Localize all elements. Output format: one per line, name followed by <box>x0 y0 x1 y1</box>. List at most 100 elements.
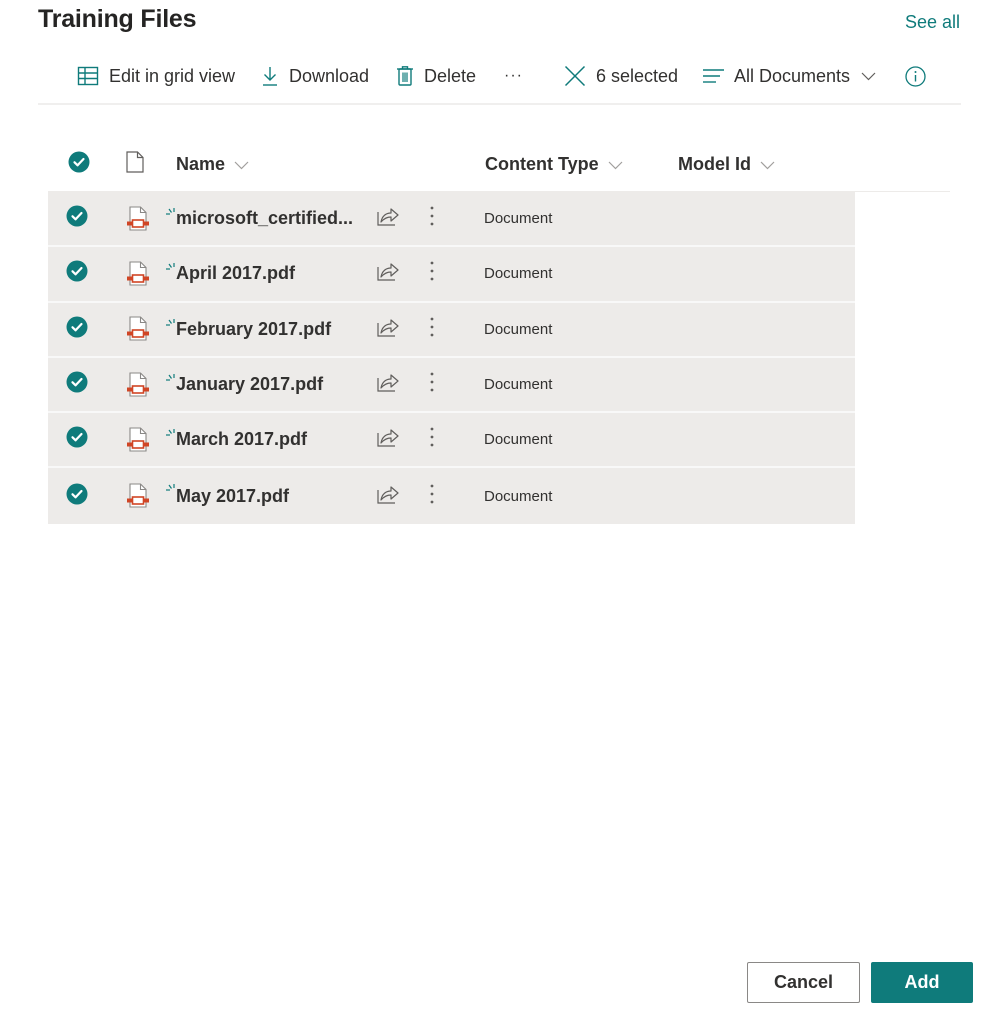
pdf-file-icon <box>126 303 150 356</box>
add-button[interactable]: Add <box>871 962 973 1003</box>
file-row[interactable]: April 2017.pdf Document <box>48 247 855 303</box>
share-button[interactable] <box>377 468 399 523</box>
content-type-cell: Document <box>484 376 553 394</box>
pdf-file-icon <box>126 192 150 245</box>
selected-count: 6 selected <box>596 65 679 86</box>
command-bar: Edit in grid view Download Delete ··· 6 … <box>38 54 961 105</box>
file-name-link[interactable]: microsoft_certified... <box>166 192 353 245</box>
file-name: March 2017.pdf <box>176 429 308 450</box>
info-button[interactable] <box>905 54 926 98</box>
file-row[interactable]: February 2017.pdf Document <box>48 302 855 358</box>
share-button[interactable] <box>377 358 399 411</box>
check-circle-icon <box>66 371 88 398</box>
file-row[interactable]: March 2017.pdf Document <box>48 413 855 469</box>
download-button[interactable]: Download <box>261 54 369 98</box>
share-button[interactable] <box>377 413 399 466</box>
share-icon <box>377 206 399 231</box>
name-column-label: Name <box>176 153 226 174</box>
more-commands-button[interactable]: ··· <box>504 54 523 98</box>
new-item-sparkle-icon <box>166 313 176 334</box>
file-row[interactable]: May 2017.pdf Document <box>48 468 855 524</box>
more-actions-button[interactable] <box>429 413 435 466</box>
new-item-sparkle-icon <box>166 478 176 499</box>
share-icon <box>377 372 399 397</box>
share-icon <box>377 261 399 286</box>
share-button[interactable] <box>377 247 399 300</box>
info-icon <box>905 65 926 87</box>
name-column-header[interactable]: Name <box>176 140 249 188</box>
file-name: April 2017.pdf <box>176 263 296 284</box>
more-actions-button[interactable] <box>429 192 435 245</box>
check-circle-icon <box>66 483 88 510</box>
download-icon <box>261 65 279 87</box>
share-icon <box>377 427 399 452</box>
row-checkbox[interactable] <box>66 303 88 356</box>
file-name-link[interactable]: March 2017.pdf <box>166 413 307 466</box>
share-button[interactable] <box>377 303 399 356</box>
see-all-link[interactable]: See all <box>905 12 960 33</box>
check-circle-icon <box>66 205 88 232</box>
share-icon <box>377 484 399 509</box>
new-item-sparkle-icon <box>166 257 176 278</box>
file-name-link[interactable]: February 2017.pdf <box>166 303 331 356</box>
new-item-sparkle-icon <box>166 202 176 223</box>
row-checkbox[interactable] <box>66 247 88 300</box>
more-vertical-icon <box>429 484 435 509</box>
more-actions-button[interactable] <box>429 303 435 356</box>
new-item-sparkle-icon <box>166 368 176 389</box>
file-name: February 2017.pdf <box>176 318 332 339</box>
column-header-row: Name Content Type Model Id <box>48 140 950 192</box>
row-checkbox[interactable] <box>66 192 88 245</box>
content-type-cell: Document <box>484 210 553 228</box>
download-label: Download <box>289 65 370 86</box>
cancel-button[interactable]: Cancel <box>747 962 860 1003</box>
more-vertical-icon <box>429 317 435 342</box>
more-vertical-icon <box>429 206 435 231</box>
share-button[interactable] <box>377 192 399 245</box>
document-icon <box>126 150 144 178</box>
row-checkbox[interactable] <box>66 358 88 411</box>
edit-in-grid-view-button[interactable]: Edit in grid view <box>77 54 235 98</box>
file-type-column-header[interactable] <box>126 140 144 188</box>
model-id-column-header[interactable]: Model Id <box>678 140 775 188</box>
file-row[interactable]: microsoft_certified... Document <box>48 192 855 248</box>
close-icon <box>564 65 586 87</box>
file-name-link[interactable]: May 2017.pdf <box>166 468 289 523</box>
chevron-down-icon <box>234 154 249 175</box>
file-name-link[interactable]: April 2017.pdf <box>166 247 295 300</box>
clear-selection-button[interactable]: 6 selected <box>564 54 678 98</box>
row-checkbox[interactable] <box>66 413 88 466</box>
file-name: May 2017.pdf <box>176 485 290 506</box>
select-all-checkbox[interactable] <box>68 140 90 188</box>
chevron-down-icon <box>760 154 775 175</box>
delete-button[interactable]: Delete <box>396 54 476 98</box>
check-circle-icon <box>66 316 88 343</box>
grid-icon <box>77 65 99 87</box>
content-type-column-header[interactable]: Content Type <box>485 140 623 188</box>
chevron-down-icon <box>608 154 623 175</box>
page-title: Training Files <box>38 5 197 33</box>
trash-icon <box>396 65 414 87</box>
check-circle-icon <box>66 426 88 453</box>
delete-label: Delete <box>424 65 477 86</box>
view-list-icon <box>703 68 724 84</box>
file-name-link[interactable]: January 2017.pdf <box>166 358 323 411</box>
file-row[interactable]: January 2017.pdf Document <box>48 357 855 414</box>
file-name: microsoft_certified... <box>176 208 354 229</box>
file-name: January 2017.pdf <box>176 374 324 395</box>
more-vertical-icon <box>429 372 435 397</box>
check-circle-icon <box>66 260 88 287</box>
chevron-down-icon <box>861 72 876 81</box>
file-list: microsoft_certified... Document April 20… <box>48 192 855 524</box>
content-type-column-label: Content Type <box>485 153 599 174</box>
more-horizontal-icon: ··· <box>504 67 523 84</box>
view-switcher[interactable]: All Documents <box>703 54 876 98</box>
more-actions-button[interactable] <box>429 358 435 411</box>
row-checkbox[interactable] <box>66 468 88 523</box>
content-type-cell: Document <box>484 431 553 449</box>
more-vertical-icon <box>429 427 435 452</box>
more-actions-button[interactable] <box>429 247 435 300</box>
share-icon <box>377 317 399 342</box>
pdf-file-icon <box>126 413 150 466</box>
more-actions-button[interactable] <box>429 468 435 523</box>
